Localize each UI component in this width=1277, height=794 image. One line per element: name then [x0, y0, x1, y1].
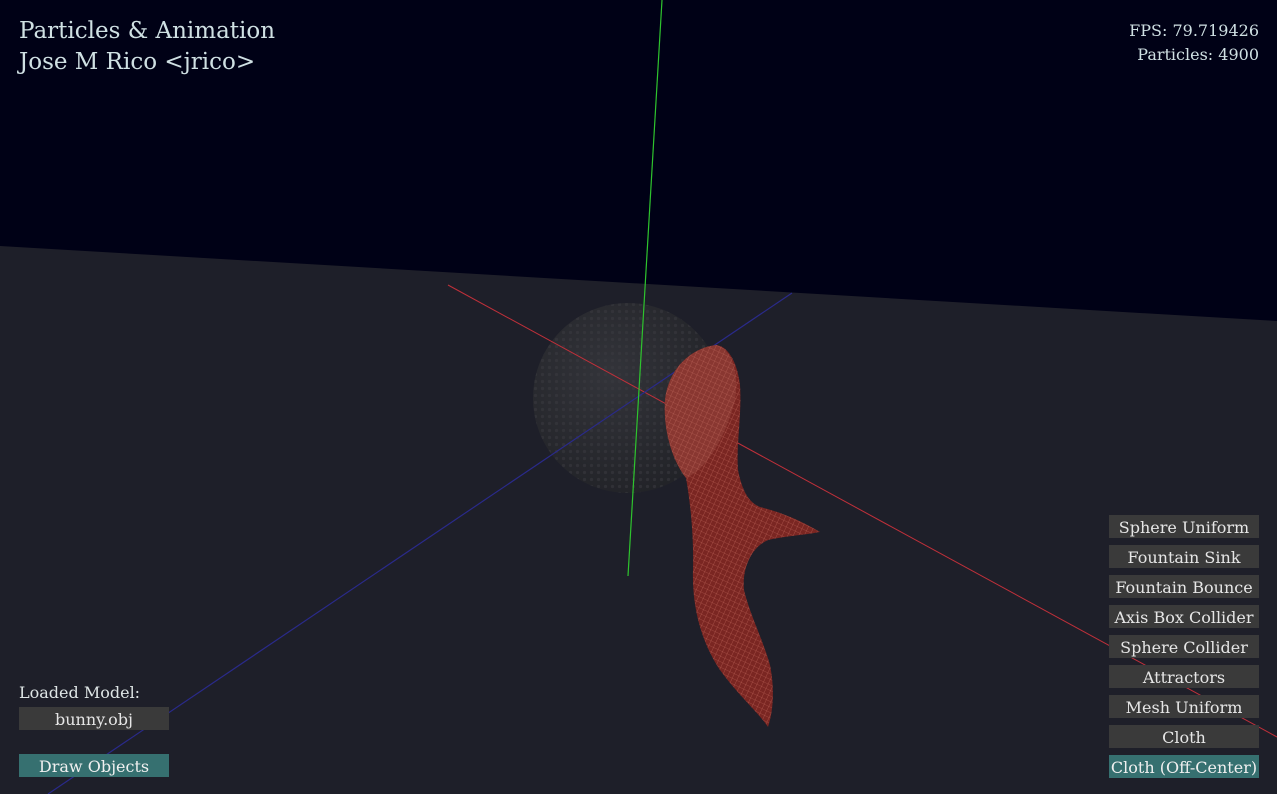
fps-readout: FPS: 79.719426 — [1129, 21, 1259, 40]
3d-viewport[interactable] — [0, 0, 1277, 794]
particle-count: Particles: 4900 — [1137, 45, 1259, 64]
stats-block: FPS: 79.719426 Particles: 4900 — [1129, 19, 1259, 67]
fountain-sink-button[interactable]: Fountain Sink — [1109, 545, 1259, 568]
title-block: Particles & Animation Jose M Rico <jrico… — [19, 16, 275, 78]
attractors-button[interactable]: Attractors — [1109, 665, 1259, 688]
cloth-off-center-button[interactable]: Cloth (Off-Center) — [1109, 755, 1259, 778]
cloth-button[interactable]: Cloth — [1109, 725, 1259, 748]
loaded-model-field[interactable]: bunny.obj — [19, 707, 169, 730]
sphere-uniform-button[interactable]: Sphere Uniform — [1109, 515, 1259, 538]
app-title: Particles & Animation — [19, 18, 276, 44]
loaded-model-label: Loaded Model: — [19, 683, 141, 702]
author-credit: Jose M Rico <jrico> — [19, 49, 256, 75]
draw-objects-toggle[interactable]: Draw Objects — [19, 754, 169, 777]
fountain-bounce-button[interactable]: Fountain Bounce — [1109, 575, 1259, 598]
mesh-uniform-button[interactable]: Mesh Uniform — [1109, 695, 1259, 718]
axis-box-collider-button[interactable]: Axis Box Collider — [1109, 605, 1259, 628]
sphere-collider-button[interactable]: Sphere Collider — [1109, 635, 1259, 658]
